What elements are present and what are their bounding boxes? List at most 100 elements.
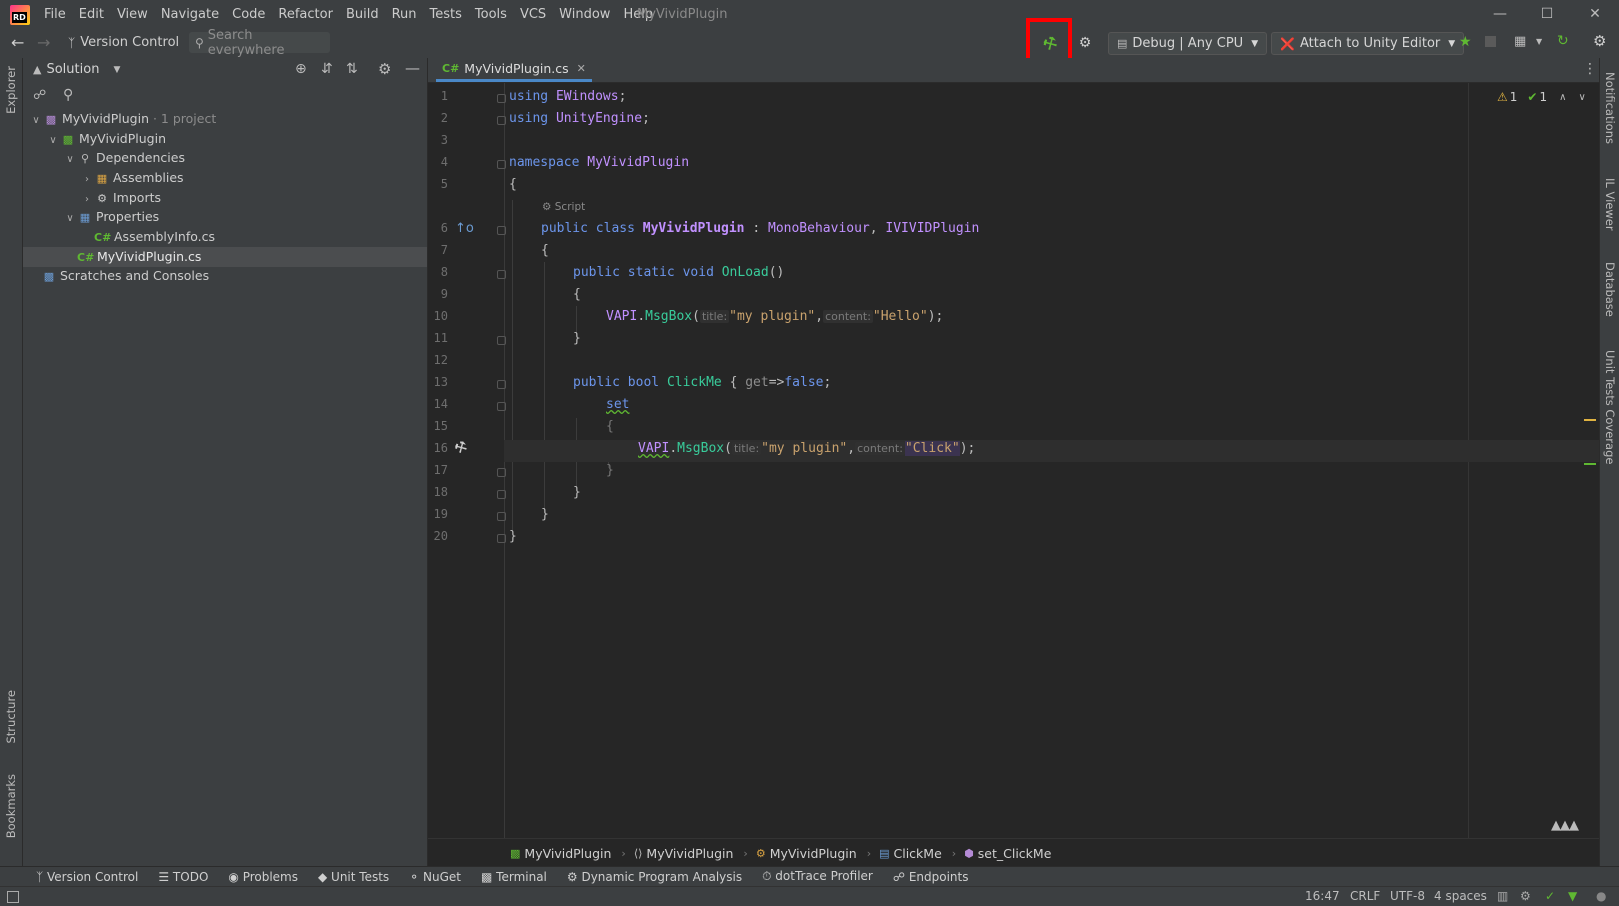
inspection-level-icon[interactable]: ▼ (1568, 889, 1577, 903)
more-options-icon[interactable]: ⋮ (1583, 61, 1597, 77)
code-line-16[interactable]: VAPI.MsgBox(title: "my plugin", content: "C… (638, 441, 975, 456)
unity-script-hint[interactable]: ⚙ Script (542, 201, 585, 213)
fold-marker[interactable] (497, 160, 506, 169)
fold-marker[interactable] (497, 468, 506, 477)
ai-assistant-icon[interactable]: ▲▲▲ (1551, 818, 1579, 833)
tree-item-solution[interactable]: ∨ ▩ MyVividPlugin · 1 project (23, 109, 433, 129)
breadcrumb-item[interactable]: MyVividPlugin (646, 846, 733, 861)
build-solution-button[interactable]: ⚒ (1038, 31, 1062, 55)
breadcrumb-item[interactable]: set_ClickMe (978, 846, 1052, 861)
caret-position[interactable]: 16:47 (1305, 889, 1340, 903)
code-line-14[interactable]: set (606, 397, 629, 412)
lock-icon[interactable]: ▥ (1497, 889, 1508, 903)
expand-all-icon[interactable]: ⇵ (321, 61, 333, 77)
forward-arrow-icon[interactable]: → (37, 33, 50, 52)
tree-item-assemblies[interactable]: › ▦ Assemblies (23, 168, 484, 188)
tree-item-scratches[interactable]: ▩ Scratches and Consoles (23, 266, 445, 286)
code-line-1[interactable]: using EWindows; (509, 89, 626, 104)
bookmarks-tool-button[interactable]: Bookmarks (4, 774, 18, 838)
indent-setting[interactable]: 4 spaces (1434, 889, 1487, 903)
tab-myvividplugin-cs[interactable]: C# MyVividPlugin.cs ✕ (436, 58, 592, 82)
settings-gear-icon[interactable]: ⚙ (1593, 32, 1606, 50)
file-encoding[interactable]: UTF-8 (1390, 889, 1425, 903)
memory-indicator-icon[interactable]: ● (1596, 889, 1606, 903)
fold-marker[interactable] (497, 402, 506, 411)
fold-marker[interactable] (497, 336, 506, 345)
fold-marker[interactable] (497, 490, 506, 499)
line-separator[interactable]: CRLF (1350, 889, 1380, 903)
unity-connection-icon[interactable]: ⚙ (1520, 889, 1531, 903)
tree-item-assemblyinfo[interactable]: C# AssemblyInfo.cs (23, 227, 498, 247)
configuration-selector[interactable]: ▤ Debug | Any CPU ▼ (1108, 32, 1268, 55)
code-editor[interactable] (428, 58, 1599, 866)
inspection-widget[interactable]: ⚠ 1 ✔ 1 ∧ ∨ (1497, 90, 1586, 104)
tree-item-project[interactable]: ∨ ▩ MyVividPlugin (23, 129, 450, 149)
tree-item-dependencies[interactable]: ∨ ⚲ Dependencies (23, 148, 467, 168)
tool-endpoints[interactable]: ☍ Endpoints (893, 870, 969, 884)
code-line-5[interactable]: { (509, 177, 517, 192)
code-line-2[interactable]: using UnityEngine; (509, 111, 650, 126)
code-line-19[interactable]: } (541, 507, 549, 522)
search-icon[interactable]: ⚲ (63, 87, 73, 103)
collapse-all-icon[interactable]: ⇅ (346, 61, 358, 77)
fold-marker[interactable] (497, 270, 506, 279)
minimize-button[interactable]: — (1488, 3, 1512, 25)
chevron-up-icon[interactable]: ∧ (1559, 92, 1566, 103)
check-circle-icon[interactable]: ✓ (1545, 889, 1555, 903)
fold-marker[interactable] (497, 534, 506, 543)
tree-item-imports[interactable]: › ⚙ Imports (23, 188, 484, 208)
code-line-6[interactable]: public class MyVividPlugin : MonoBehavio… (541, 221, 979, 236)
hide-panel-icon[interactable]: — (405, 59, 420, 77)
explorer-tool-button[interactable]: Explorer (4, 66, 18, 114)
menu-build[interactable]: Build (346, 7, 379, 22)
breadcrumb-item[interactable]: MyVividPlugin (524, 846, 611, 861)
warning-stripe-marker[interactable] (1584, 419, 1596, 421)
fold-marker[interactable] (497, 512, 506, 521)
close-tab-icon[interactable]: ✕ (577, 62, 586, 75)
structure-tool-button[interactable]: Structure (4, 690, 18, 744)
menu-tools[interactable]: Tools (475, 7, 507, 22)
change-stripe-marker[interactable] (1584, 463, 1596, 465)
breadcrumb-item[interactable]: ClickMe (894, 846, 942, 861)
show-files-icon[interactable]: ☍ (33, 88, 46, 103)
fold-marker[interactable] (497, 94, 506, 103)
run-target-selector[interactable]: ❌ Attach to Unity Editor ▼ (1271, 32, 1465, 55)
tool-problems[interactable]: ◉ Problems (228, 870, 298, 884)
code-line-15[interactable]: { (606, 419, 614, 434)
run-coverage-icon[interactable]: ↻ (1557, 33, 1569, 49)
notifications-tool-button[interactable]: Notifications (1603, 72, 1617, 144)
tree-item-properties[interactable]: ∨ ▦ Properties (23, 207, 467, 227)
unit-tests-coverage-tool-button[interactable]: Unit Tests Coverage (1603, 350, 1617, 464)
menu-edit[interactable]: Edit (79, 7, 104, 22)
tool-dynamic-program-analysis[interactable]: ⚙ Dynamic Program Analysis (567, 870, 742, 884)
code-line-18[interactable]: } (573, 485, 581, 500)
menu-navigate[interactable]: Navigate (161, 7, 219, 22)
code-line-4[interactable]: namespace MyVividPlugin (509, 155, 689, 170)
code-line-11[interactable]: } (573, 331, 581, 346)
back-arrow-icon[interactable]: ← (11, 33, 24, 52)
code-line-13[interactable]: public bool ClickMe { get=>false; (573, 375, 831, 390)
tool-nuget[interactable]: ⚬ NuGet (409, 870, 461, 884)
chevron-down-icon[interactable]: ∨ (1578, 92, 1585, 103)
menu-code[interactable]: Code (232, 7, 265, 22)
database-tool-button[interactable]: Database (1603, 262, 1617, 317)
fold-marker[interactable] (497, 116, 506, 125)
solution-view-selector[interactable]: ▲ Solution ▼ (33, 62, 120, 77)
tree-item-myvividplugin-cs[interactable]: C# MyVividPlugin.cs (23, 247, 427, 267)
breadcrumb-item[interactable]: MyVividPlugin (770, 846, 857, 861)
code-line-20[interactable]: } (509, 529, 517, 544)
tool-dottrace-profiler[interactable]: ⏱ dotTrace Profiler (762, 869, 873, 884)
search-everywhere[interactable]: ⚲ Search everywhere (189, 28, 330, 58)
debug-bug-icon[interactable]: ★ (1459, 34, 1472, 50)
close-window-button[interactable]: ✕ (1583, 3, 1607, 25)
locate-icon[interactable]: ⊕ (295, 61, 307, 77)
tool-version-control[interactable]: ᛉ Version Control (36, 870, 138, 884)
tool-todo[interactable]: ☰ TODO (158, 870, 208, 884)
toggle-tool-windows-icon[interactable] (7, 891, 19, 903)
fold-marker[interactable] (497, 226, 506, 235)
fold-marker[interactable] (497, 380, 506, 389)
code-line-10[interactable]: VAPI.MsgBox(title: "my plugin", content: "H… (606, 309, 943, 324)
gear-icon[interactable]: ⚙ (378, 60, 391, 78)
menu-run[interactable]: Run (392, 7, 417, 22)
il-viewer-tool-button[interactable]: IL Viewer (1603, 178, 1617, 231)
